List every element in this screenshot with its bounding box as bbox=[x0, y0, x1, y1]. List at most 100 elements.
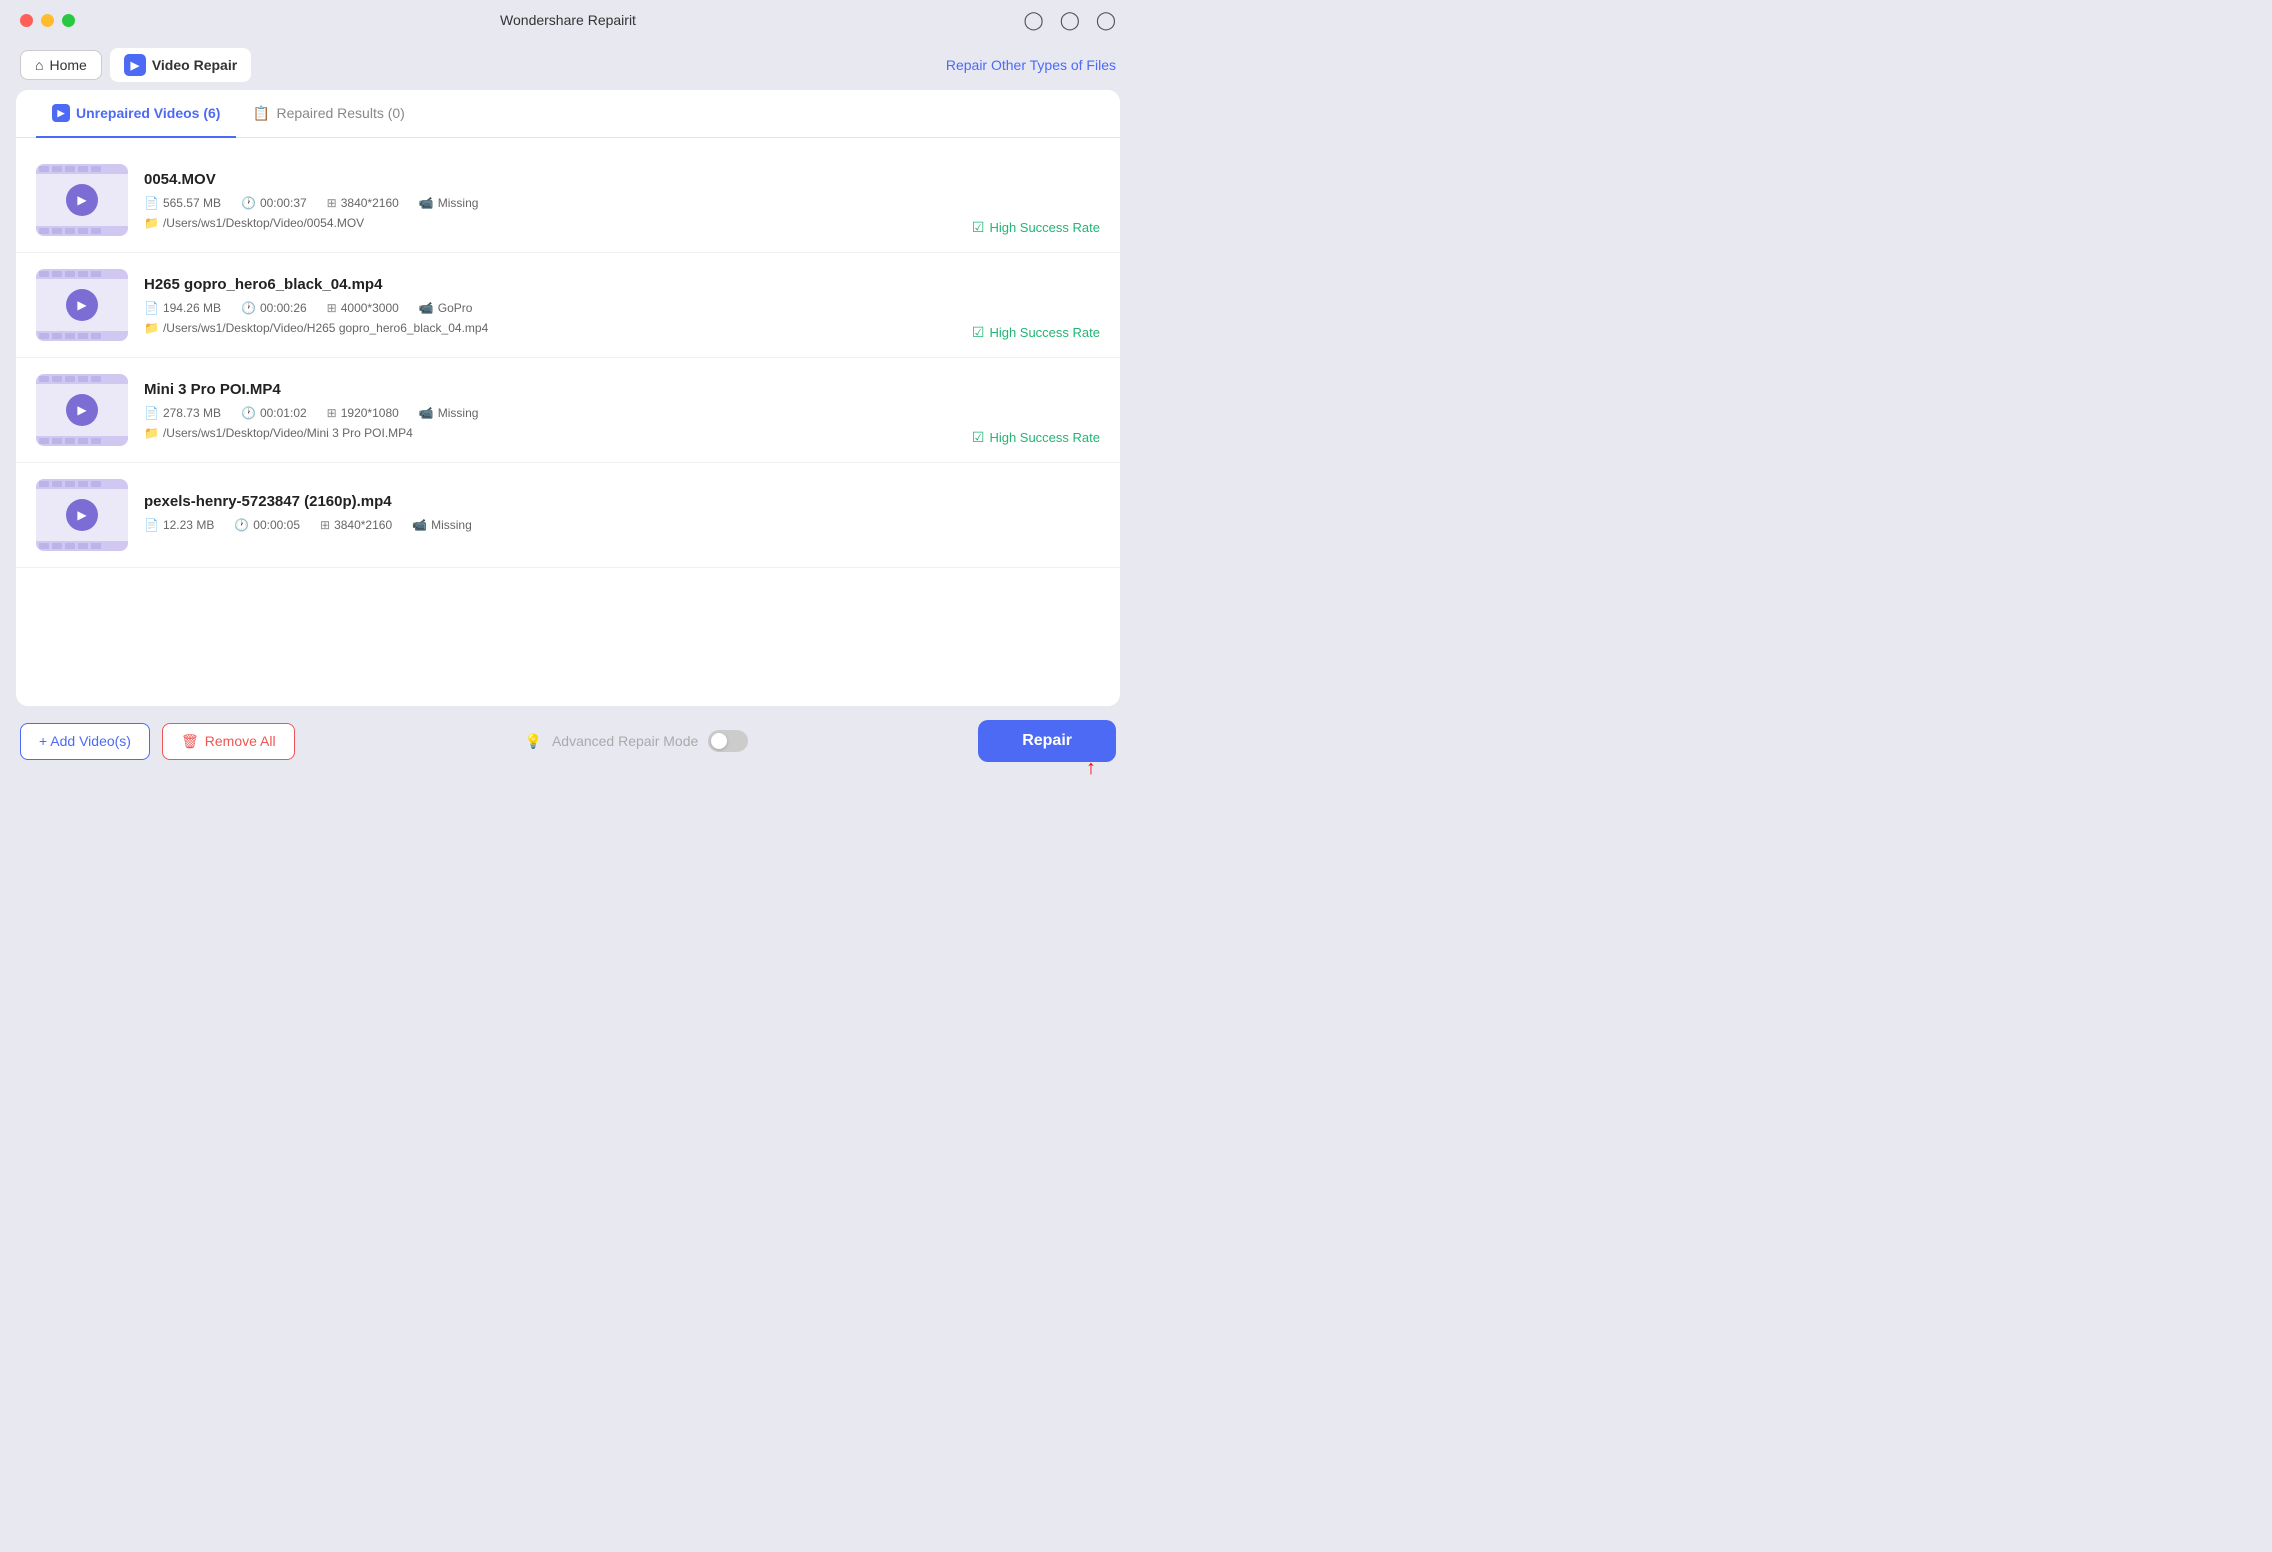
repaired-tab-label: Repaired Results (0) bbox=[276, 105, 404, 121]
video-name: H265 gopro_hero6_black_04.mp4 bbox=[144, 276, 1100, 293]
video-info: 0054.MOV 📄 565.57 MB 🕐 00:00:37 ⊞ 3840*2… bbox=[144, 171, 1100, 230]
success-label: High Success Rate bbox=[989, 430, 1100, 445]
file-icon: 📄 bbox=[144, 196, 159, 210]
film-strip-bottom bbox=[36, 331, 128, 341]
repaired-tab-icon: 📋 bbox=[252, 104, 270, 122]
camera-icon: 📹 bbox=[412, 518, 427, 532]
high-success-rate: ☑ High Success Rate bbox=[972, 429, 1100, 446]
video-path: 📁 /Users/ws1/Desktop/Video/Mini 3 Pro PO… bbox=[144, 426, 1100, 440]
success-label: High Success Rate bbox=[989, 220, 1100, 235]
repair-arrow-indicator: ↑ bbox=[1086, 757, 1096, 780]
video-list: ▶ 0054.MOV 📄 565.57 MB 🕐 00:00:37 ⊞ bbox=[16, 138, 1120, 706]
duration: 🕐 00:00:05 bbox=[234, 518, 300, 532]
film-strip-top bbox=[36, 374, 128, 384]
video-name: Mini 3 Pro POI.MP4 bbox=[144, 381, 1100, 398]
home-nav-button[interactable]: ⌂ Home bbox=[20, 50, 102, 80]
bottom-left-actions: + Add Video(s) 🗑 Remove All bbox=[20, 723, 295, 760]
tabs-container: ▶ Unrepaired Videos (6) 📋 Repaired Resul… bbox=[16, 90, 1120, 138]
video-name: 0054.MOV bbox=[144, 171, 1100, 188]
repair-button[interactable]: Repair bbox=[978, 720, 1116, 762]
duration: 🕐 00:00:26 bbox=[241, 301, 307, 315]
video-thumbnail: ▶ bbox=[36, 479, 128, 551]
play-button[interactable]: ▶ bbox=[66, 184, 98, 216]
video-item: ▶ 0054.MOV 📄 565.57 MB 🕐 00:00:37 ⊞ bbox=[16, 148, 1120, 253]
camera: 📹 Missing bbox=[419, 196, 479, 210]
camera-icon: 📹 bbox=[419, 196, 434, 210]
headset-icon[interactable]: ◯ bbox=[1096, 10, 1116, 31]
resolution-icon: ⊞ bbox=[327, 301, 337, 315]
film-strip-bottom bbox=[36, 541, 128, 551]
camera: 📹 GoPro bbox=[419, 301, 473, 315]
tab-unrepaired[interactable]: ▶ Unrepaired Videos (6) bbox=[36, 90, 236, 138]
clock-icon: 🕐 bbox=[241, 196, 256, 210]
toggle-knob bbox=[711, 733, 727, 749]
camera-icon: 📹 bbox=[419, 406, 434, 420]
camera-icon: 📹 bbox=[419, 301, 434, 315]
main-content: ▶ Unrepaired Videos (6) 📋 Repaired Resul… bbox=[16, 90, 1120, 706]
repair-other-link[interactable]: Repair Other Types of Files bbox=[946, 57, 1116, 73]
success-icon: ☑ bbox=[972, 324, 985, 341]
video-meta: 📄 12.23 MB 🕐 00:00:05 ⊞ 3840*2160 📹 Miss… bbox=[144, 518, 1100, 532]
resolution: ⊞ 1920*1080 bbox=[327, 406, 399, 420]
file-size: 📄 565.57 MB bbox=[144, 196, 221, 210]
film-strip-bottom bbox=[36, 226, 128, 236]
video-item: ▶ Mini 3 Pro POI.MP4 📄 278.73 MB 🕐 00:01… bbox=[16, 358, 1120, 463]
video-repair-nav-button[interactable]: ▶ Video Repair bbox=[110, 48, 251, 82]
clock-icon: 🕐 bbox=[241, 406, 256, 420]
remove-all-label: Remove All bbox=[205, 733, 276, 749]
resolution-icon: ⊞ bbox=[327, 406, 337, 420]
play-button[interactable]: ▶ bbox=[66, 289, 98, 321]
film-strip-top bbox=[36, 479, 128, 489]
duration: 🕐 00:00:37 bbox=[241, 196, 307, 210]
video-meta: 📄 194.26 MB 🕐 00:00:26 ⊞ 4000*3000 📹 GoP… bbox=[144, 301, 1100, 315]
clock-icon: 🕐 bbox=[241, 301, 256, 315]
unrepaired-tab-label: Unrepaired Videos (6) bbox=[76, 105, 220, 121]
film-strip-top bbox=[36, 164, 128, 174]
window-controls bbox=[20, 14, 75, 27]
video-thumbnail: ▶ bbox=[36, 374, 128, 446]
app-title: Wondershare Repairit bbox=[500, 12, 636, 28]
advanced-mode-toggle[interactable] bbox=[708, 730, 748, 752]
video-info: pexels-henry-5723847 (2160p).mp4 📄 12.23… bbox=[144, 493, 1100, 538]
file-size: 📄 278.73 MB bbox=[144, 406, 221, 420]
film-strip-bottom bbox=[36, 436, 128, 446]
nav-bar: ⌂ Home ▶ Video Repair Repair Other Types… bbox=[0, 40, 1136, 90]
remove-all-button[interactable]: 🗑 Remove All bbox=[162, 723, 295, 760]
duration: 🕐 00:01:02 bbox=[241, 406, 307, 420]
video-meta: 📄 278.73 MB 🕐 00:01:02 ⊞ 1920*1080 📹 Mis… bbox=[144, 406, 1100, 420]
resolution-icon: ⊞ bbox=[320, 518, 330, 532]
success-icon: ☑ bbox=[972, 429, 985, 446]
minimize-button[interactable] bbox=[41, 14, 54, 27]
resolution-icon: ⊞ bbox=[327, 196, 337, 210]
title-icons: ◯ ◯ ◯ bbox=[1024, 10, 1116, 31]
video-item: ▶ H265 gopro_hero6_black_04.mp4 📄 194.26… bbox=[16, 253, 1120, 358]
video-path: 📁 /Users/ws1/Desktop/Video/0054.MOV bbox=[144, 216, 1100, 230]
camera: 📹 Missing bbox=[419, 406, 479, 420]
close-button[interactable] bbox=[20, 14, 33, 27]
tab-repaired[interactable]: 📋 Repaired Results (0) bbox=[236, 90, 420, 138]
video-item: ▶ pexels-henry-5723847 (2160p).mp4 📄 12.… bbox=[16, 463, 1120, 568]
home-icon: ⌂ bbox=[35, 57, 43, 73]
resolution: ⊞ 4000*3000 bbox=[327, 301, 399, 315]
maximize-button[interactable] bbox=[62, 14, 75, 27]
profile-icon[interactable]: ◯ bbox=[1024, 10, 1044, 31]
add-video-button[interactable]: + Add Video(s) bbox=[20, 723, 150, 760]
video-info: H265 gopro_hero6_black_04.mp4 📄 194.26 M… bbox=[144, 276, 1100, 335]
nav-left: ⌂ Home ▶ Video Repair bbox=[20, 48, 251, 82]
file-icon: 📄 bbox=[144, 406, 159, 420]
file-size: 📄 12.23 MB bbox=[144, 518, 214, 532]
file-icon: 📄 bbox=[144, 518, 159, 532]
chat-icon[interactable]: ◯ bbox=[1060, 10, 1080, 31]
video-repair-label: Video Repair bbox=[152, 57, 237, 73]
unrepaired-tab-icon: ▶ bbox=[52, 104, 70, 122]
play-button[interactable]: ▶ bbox=[66, 394, 98, 426]
video-path: 📁 /Users/ws1/Desktop/Video/H265 gopro_he… bbox=[144, 321, 1100, 335]
play-button[interactable]: ▶ bbox=[66, 499, 98, 531]
video-name: pexels-henry-5723847 (2160p).mp4 bbox=[144, 493, 1100, 510]
trash-icon: 🗑 bbox=[181, 733, 199, 750]
video-info: Mini 3 Pro POI.MP4 📄 278.73 MB 🕐 00:01:0… bbox=[144, 381, 1100, 440]
high-success-rate: ☑ High Success Rate bbox=[972, 219, 1100, 236]
video-repair-icon: ▶ bbox=[124, 54, 146, 76]
video-thumbnail: ▶ bbox=[36, 269, 128, 341]
bottom-bar: + Add Video(s) 🗑 Remove All 💡 Advanced R… bbox=[0, 706, 1136, 776]
